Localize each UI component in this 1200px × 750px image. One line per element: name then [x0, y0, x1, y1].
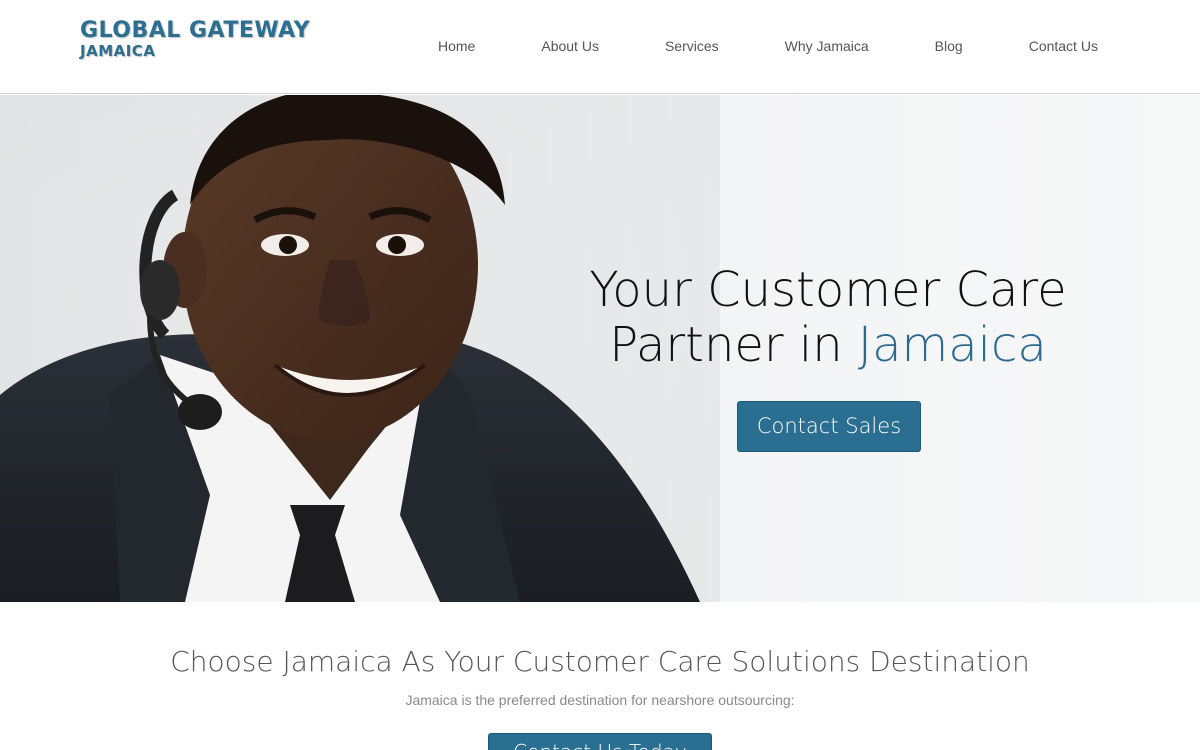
- nav-item-contact-us[interactable]: Contact Us: [996, 38, 1131, 54]
- nav-item-about-us[interactable]: About Us: [508, 38, 632, 54]
- hero-heading: Your Customer Care Partner in Jamaica: [540, 263, 1116, 373]
- nav-item-services[interactable]: Services: [632, 38, 752, 54]
- hero-heading-line2-prefix: Partner in: [609, 317, 858, 373]
- nav-item-blog[interactable]: Blog: [902, 38, 996, 54]
- site-header: GLOBAL GATEWAY JAMAICA Home About Us Ser…: [0, 0, 1200, 94]
- logo-name-line1: GLOBAL GATEWAY: [80, 18, 311, 43]
- hero-heading-line1: Your Customer Care: [589, 262, 1067, 318]
- logo-name-line2: JAMAICA: [80, 42, 156, 60]
- site-logo[interactable]: GLOBAL GATEWAY JAMAICA: [80, 20, 310, 59]
- hero-banner: Your Customer Care Partner in Jamaica Co…: [0, 95, 1200, 602]
- contact-us-today-button[interactable]: Contact Us Today: [488, 733, 712, 750]
- nav-item-home[interactable]: Home: [405, 38, 508, 54]
- nav-item-why-jamaica[interactable]: Why Jamaica: [752, 38, 902, 54]
- contact-sales-button[interactable]: Contact Sales: [737, 401, 921, 452]
- section-title: Choose Jamaica As Your Customer Care Sol…: [170, 645, 1030, 678]
- main-nav: Home About Us Services Why Jamaica Blog …: [405, 38, 1131, 54]
- section-subtitle: Jamaica is the preferred destination for…: [405, 692, 795, 708]
- hero-heading-accent: Jamaica: [857, 317, 1047, 373]
